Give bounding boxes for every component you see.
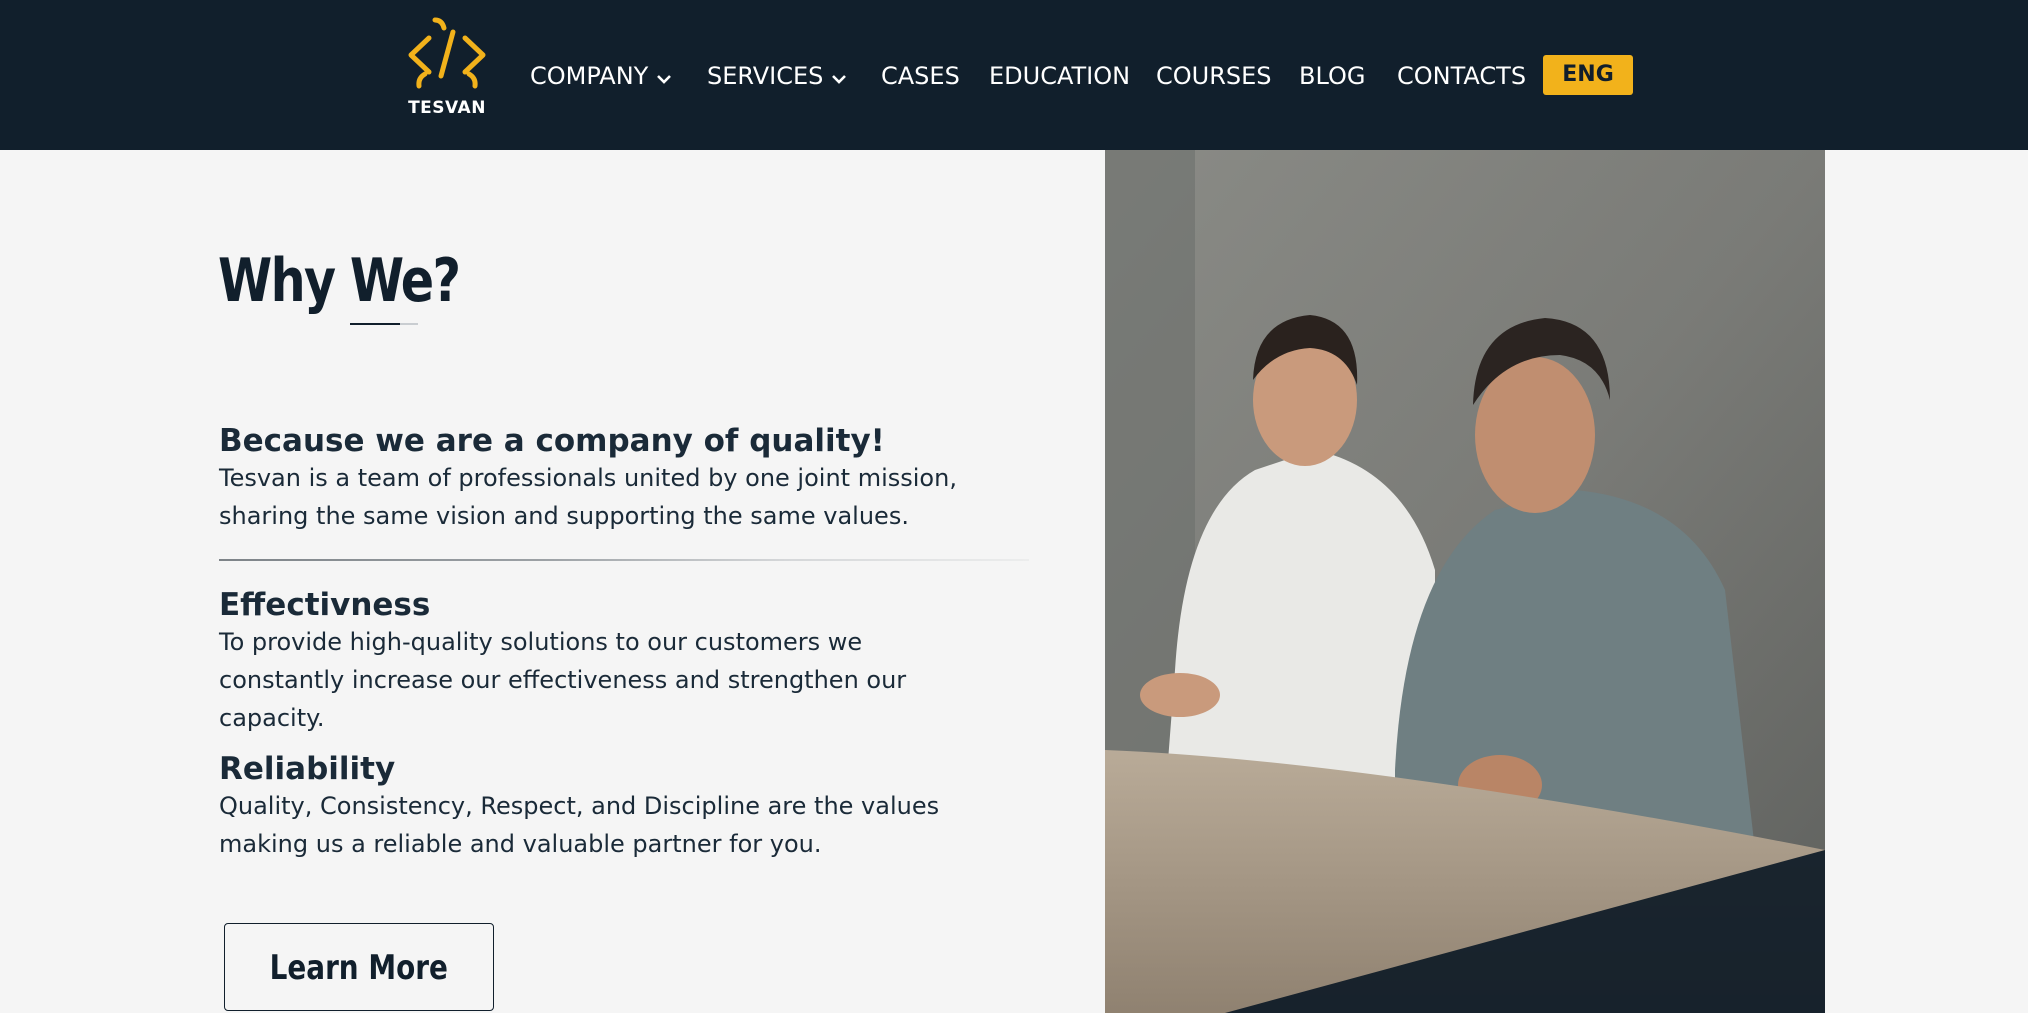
nav-item-company[interactable]: COMPANY xyxy=(530,58,672,94)
nav-item-label: COMPANY xyxy=(530,62,649,90)
chevron-down-icon xyxy=(831,59,847,95)
section-heading-effectiveness: Effectivness xyxy=(219,587,431,623)
chevron-down-icon xyxy=(656,59,672,95)
team-photo xyxy=(1105,150,1825,1013)
page-title: Why We? xyxy=(218,246,461,316)
tesvan-logo[interactable]: TESVAN xyxy=(402,16,492,122)
language-button[interactable]: ENG xyxy=(1543,55,1633,95)
logo-wordmark: TESVAN xyxy=(408,98,486,118)
section-divider xyxy=(219,559,1029,561)
title-underline xyxy=(350,323,418,325)
nav-item-cases[interactable]: CASES xyxy=(881,58,960,94)
section-text-reliability: Quality, Consistency, Respect, and Disci… xyxy=(219,792,940,858)
nav-item-education[interactable]: EDUCATION xyxy=(989,58,1130,94)
learn-more-label: Learn More xyxy=(269,948,449,988)
nav-item-contacts[interactable]: CONTACTS xyxy=(1397,58,1526,94)
nav-item-blog[interactable]: BLOG xyxy=(1299,58,1365,94)
site-header: TESVAN COMPANY SERVICES CASES EDUCATION … xyxy=(0,0,2028,150)
section-heading-reliability: Reliability xyxy=(219,751,396,787)
section-text-quality: Tesvan is a team of professionals united… xyxy=(219,464,957,530)
nav-item-label: SERVICES xyxy=(707,62,824,90)
learn-more-button[interactable]: Learn More xyxy=(224,923,494,1011)
section-heading-quality: Because we are a company of quality! xyxy=(219,423,885,459)
nav-item-courses[interactable]: COURSES xyxy=(1156,58,1272,94)
team-at-laptop-image xyxy=(1105,150,1825,1013)
nav-item-services[interactable]: SERVICES xyxy=(707,58,847,94)
section-text-effectiveness: To provide high-quality solutions to our… xyxy=(219,628,907,732)
code-brackets-logo-icon xyxy=(408,17,486,89)
